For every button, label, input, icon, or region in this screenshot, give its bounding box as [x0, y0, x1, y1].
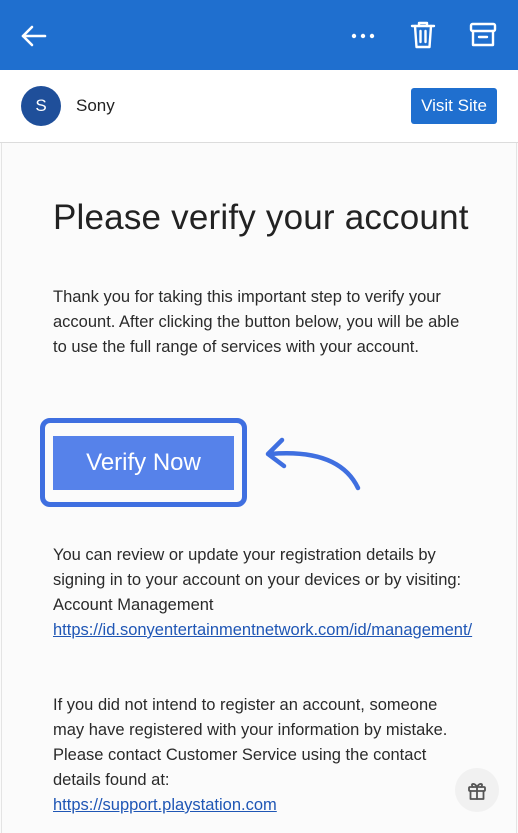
divider — [1, 143, 2, 833]
registration-text: You can review or update your registrati… — [53, 546, 462, 614]
divider — [516, 143, 517, 833]
notice-text: If you did not intend to register an acc… — [53, 696, 448, 789]
top-app-bar — [0, 0, 518, 70]
intro-paragraph: Thank you for taking this important step… — [53, 288, 460, 356]
pointer-arrow-icon — [265, 437, 361, 491]
verify-now-button[interactable]: Verify Now — [53, 436, 234, 490]
notice-paragraph: If you did not intend to register an acc… — [53, 693, 473, 818]
account-management-link[interactable]: https://id.sonyentertainmentnetwork.com/… — [53, 618, 473, 643]
gift-icon[interactable] — [455, 768, 499, 812]
visit-site-button[interactable]: Visit Site — [411, 88, 497, 124]
sender-name: Sony — [76, 96, 115, 115]
back-arrow-icon[interactable] — [14, 16, 54, 56]
trash-icon[interactable] — [404, 14, 442, 56]
archive-icon[interactable] — [463, 14, 503, 56]
avatar[interactable]: S — [21, 86, 61, 126]
more-options-icon[interactable] — [344, 16, 382, 56]
support-link[interactable]: https://support.playstation.com — [53, 793, 473, 818]
email-headline: Please verify your account — [53, 198, 469, 237]
registration-paragraph: You can review or update your registrati… — [53, 543, 473, 643]
